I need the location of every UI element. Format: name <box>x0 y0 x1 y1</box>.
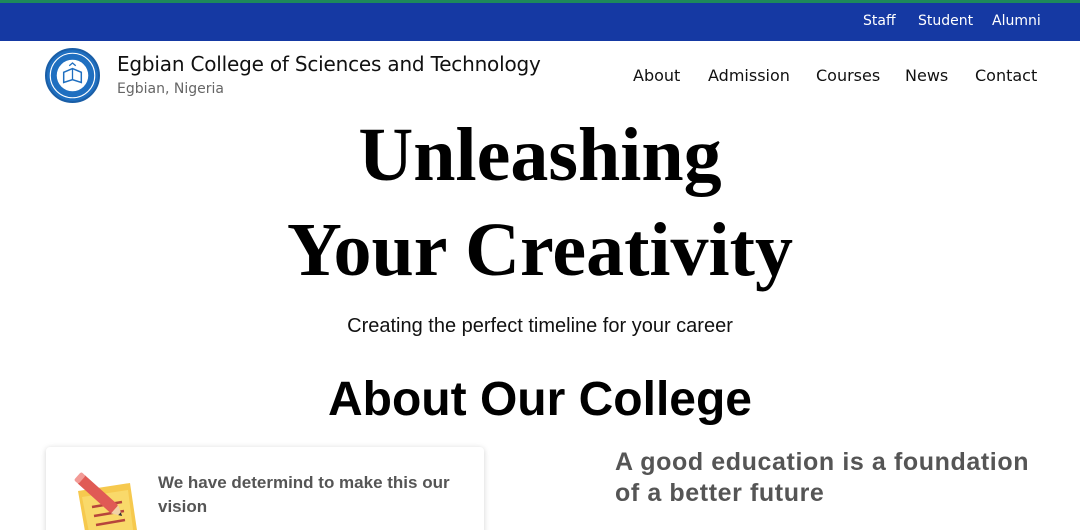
nav-contact[interactable]: Contact <box>975 66 1037 85</box>
about-section-heading: About Our College <box>328 373 752 426</box>
topbar-link-student[interactable]: Student <box>918 13 973 29</box>
hero-heading-line2: Your Creativity <box>287 208 793 292</box>
topbar-link-staff[interactable]: Staff <box>863 13 896 29</box>
notepad-pencil-icon <box>68 467 156 530</box>
vision-card-text: We have determind to make this our visio… <box>158 473 450 516</box>
hero-heading: Unleashing Your Creativity <box>0 108 1080 298</box>
college-location: Egbian, Nigeria <box>117 81 224 97</box>
education-tagline: A good education is a foundation of a be… <box>615 448 1030 507</box>
nav-courses[interactable]: Courses <box>816 66 880 85</box>
college-name[interactable]: Egbian College of Sciences and Technolog… <box>117 52 541 76</box>
hero-heading-line1: Unleashing <box>358 113 722 197</box>
college-crest-icon[interactable] <box>45 48 100 103</box>
vision-card: We have determind to make this our visio… <box>46 447 484 530</box>
nav-about[interactable]: About <box>633 66 680 85</box>
nav-news[interactable]: News <box>905 66 948 85</box>
nav-admission[interactable]: Admission <box>708 66 790 85</box>
hero-subtitle: Creating the perfect timeline for your c… <box>347 315 733 337</box>
top-utility-bar: Staff Student Alumni <box>0 0 1080 41</box>
topbar-link-alumni[interactable]: Alumni <box>992 13 1041 29</box>
